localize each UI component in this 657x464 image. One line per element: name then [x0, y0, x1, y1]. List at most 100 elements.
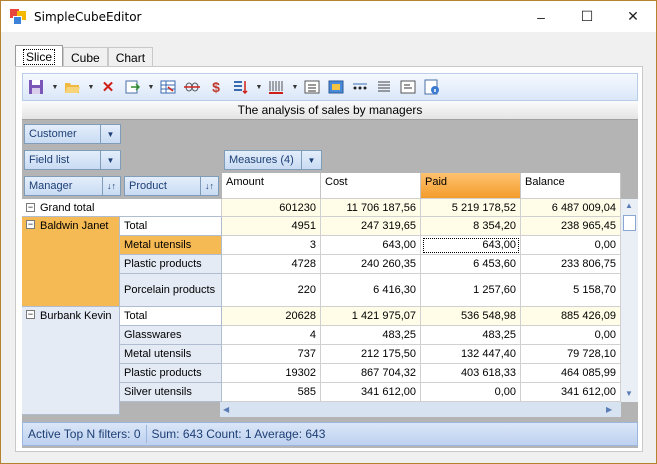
data-cell[interactable]: 0,00	[421, 383, 521, 402]
data-cell[interactable]: 483,25	[321, 326, 421, 345]
chevron-down-icon[interactable]: ▼	[255, 78, 263, 96]
data-cell[interactable]: 4951	[222, 217, 321, 236]
data-cell[interactable]: 643,00	[321, 236, 421, 255]
data-cell[interactable]: 8 354,20	[421, 217, 521, 236]
chevron-down-icon[interactable]: ▼	[100, 125, 120, 143]
data-cell[interactable]: 5 158,70	[521, 274, 621, 307]
scroll-up-icon[interactable]: ▲	[625, 201, 633, 210]
maximize-button[interactable]: ☐	[564, 1, 610, 32]
grand-total-cost[interactable]: 11 706 187,56	[321, 199, 421, 217]
data-cell[interactable]: 20628	[222, 307, 321, 326]
data-cell[interactable]: 6 416,30	[321, 274, 421, 307]
data-cell[interactable]: 885 426,09	[521, 307, 621, 326]
tab-cube[interactable]: Cube	[63, 47, 108, 67]
product-row-header[interactable]: Metal utensils	[120, 345, 222, 364]
data-cell[interactable]: 0,00	[521, 326, 621, 345]
info-icon[interactable]	[423, 78, 441, 96]
details-icon[interactable]	[399, 78, 417, 96]
data-cell[interactable]: 585	[222, 383, 321, 402]
grand-total-paid[interactable]: 5 219 178,52	[421, 199, 521, 217]
grand-total-amount[interactable]: 601230	[222, 199, 321, 217]
chevron-down-icon[interactable]: ▼	[87, 78, 95, 96]
product-row-header[interactable]: Total	[120, 217, 222, 236]
manager-field-header[interactable]: Manager ↓↑	[24, 176, 121, 196]
horizontal-scrollbar[interactable]: ◀ ▶	[220, 402, 621, 417]
product-row-header[interactable]: Glasswares	[120, 326, 222, 345]
data-cell[interactable]: 3	[222, 236, 321, 255]
chevron-down-icon[interactable]: ▼	[51, 78, 59, 96]
grand-total-row-header[interactable]: − Grand total	[22, 199, 222, 217]
measures-button[interactable]: Measures (4) ▼	[224, 150, 322, 170]
product-field-header[interactable]: Product ↓↑	[124, 176, 219, 196]
dollar-icon[interactable]: $	[207, 78, 225, 96]
data-cell[interactable]: 483,25	[421, 326, 521, 345]
filter-icon[interactable]	[267, 78, 285, 96]
field-list-button[interactable]: Field list ▼	[24, 150, 121, 170]
image-icon[interactable]	[327, 78, 345, 96]
product-row-header[interactable]: Porcelain products	[120, 274, 222, 307]
sort-icon[interactable]	[231, 78, 249, 96]
chevron-down-icon[interactable]: ▼	[147, 78, 155, 96]
data-cell[interactable]: 1 421 975,07	[321, 307, 421, 326]
column-header-balance[interactable]: Balance	[521, 173, 621, 199]
data-cell[interactable]: 0,00	[521, 236, 621, 255]
data-cell[interactable]: 79 728,10	[521, 345, 621, 364]
data-cell[interactable]: 341 612,00	[521, 383, 621, 402]
export-icon[interactable]	[123, 78, 141, 96]
column-header-cost[interactable]: Cost	[321, 173, 421, 199]
product-row-header[interactable]: Plastic products	[120, 364, 222, 383]
collapse-icon[interactable]: −	[26, 220, 35, 229]
data-cell[interactable]: 247 319,65	[321, 217, 421, 236]
close-button[interactable]: ✕	[610, 1, 656, 32]
align-icon[interactable]	[303, 78, 321, 96]
sort-icon[interactable]: ↓↑	[102, 177, 120, 195]
chevron-down-icon[interactable]: ▼	[100, 151, 120, 169]
grand-total-balance[interactable]: 6 487 009,04	[521, 199, 621, 217]
product-row-header[interactable]: Metal utensils	[120, 236, 222, 255]
save-icon[interactable]	[27, 78, 45, 96]
data-cell[interactable]: 6 453,60	[421, 255, 521, 274]
scroll-down-icon[interactable]: ▼	[625, 389, 633, 398]
column-header-paid[interactable]: Paid	[421, 173, 521, 199]
sort-icon[interactable]: ↓↑	[200, 177, 218, 195]
chevron-down-icon[interactable]: ▼	[301, 151, 321, 169]
vertical-scrollbar[interactable]: ▲ ▼	[621, 199, 638, 402]
data-cell[interactable]: 233 806,75	[521, 255, 621, 274]
data-cell[interactable]: 341 612,00	[321, 383, 421, 402]
data-cell[interactable]: 403 618,33	[421, 364, 521, 383]
data-cell[interactable]: 4728	[222, 255, 321, 274]
product-row-header[interactable]: Total	[120, 307, 222, 326]
customer-filter[interactable]: Customer ▼	[24, 124, 121, 144]
data-cell[interactable]: 867 704,32	[321, 364, 421, 383]
data-cell[interactable]: 19302	[222, 364, 321, 383]
data-cell[interactable]: 238 965,45	[521, 217, 621, 236]
delete-icon[interactable]: ✕	[99, 78, 117, 96]
data-cell[interactable]: 737	[222, 345, 321, 364]
scroll-thumb[interactable]	[623, 215, 636, 231]
collapse-icon[interactable]: −	[26, 203, 35, 212]
data-cell[interactable]: 464 085,99	[521, 364, 621, 383]
column-header-amount[interactable]: Amount	[222, 173, 321, 199]
data-cell[interactable]: 4	[222, 326, 321, 345]
manager-row-header[interactable]: − Baldwin Janet	[22, 217, 120, 307]
data-cell[interactable]: 212 175,50	[321, 345, 421, 364]
tab-chart[interactable]: Chart	[107, 47, 154, 67]
scroll-left-icon[interactable]: ◀	[223, 405, 229, 414]
dots-icon[interactable]	[351, 78, 369, 96]
minimize-button[interactable]: –	[518, 1, 564, 32]
data-cell[interactable]: 220	[222, 274, 321, 307]
product-row-header[interactable]: Plastic products	[120, 255, 222, 274]
open-icon[interactable]	[63, 78, 81, 96]
data-cell[interactable]: 536 548,98	[421, 307, 521, 326]
grid-icon[interactable]	[159, 78, 177, 96]
selected-cell[interactable]: 643,00	[421, 236, 521, 255]
chevron-down-icon[interactable]: ▼	[291, 78, 299, 96]
strikethrough-icon[interactable]	[183, 78, 201, 96]
product-row-header[interactable]: Silver utensils	[120, 383, 222, 402]
tab-slice[interactable]: Slice	[15, 45, 64, 67]
data-cell[interactable]: 1 257,60	[421, 274, 521, 307]
data-cell[interactable]: 132 447,40	[421, 345, 521, 364]
list-icon[interactable]	[375, 78, 393, 96]
data-cell[interactable]: 240 260,35	[321, 255, 421, 274]
collapse-icon[interactable]: −	[26, 310, 35, 319]
